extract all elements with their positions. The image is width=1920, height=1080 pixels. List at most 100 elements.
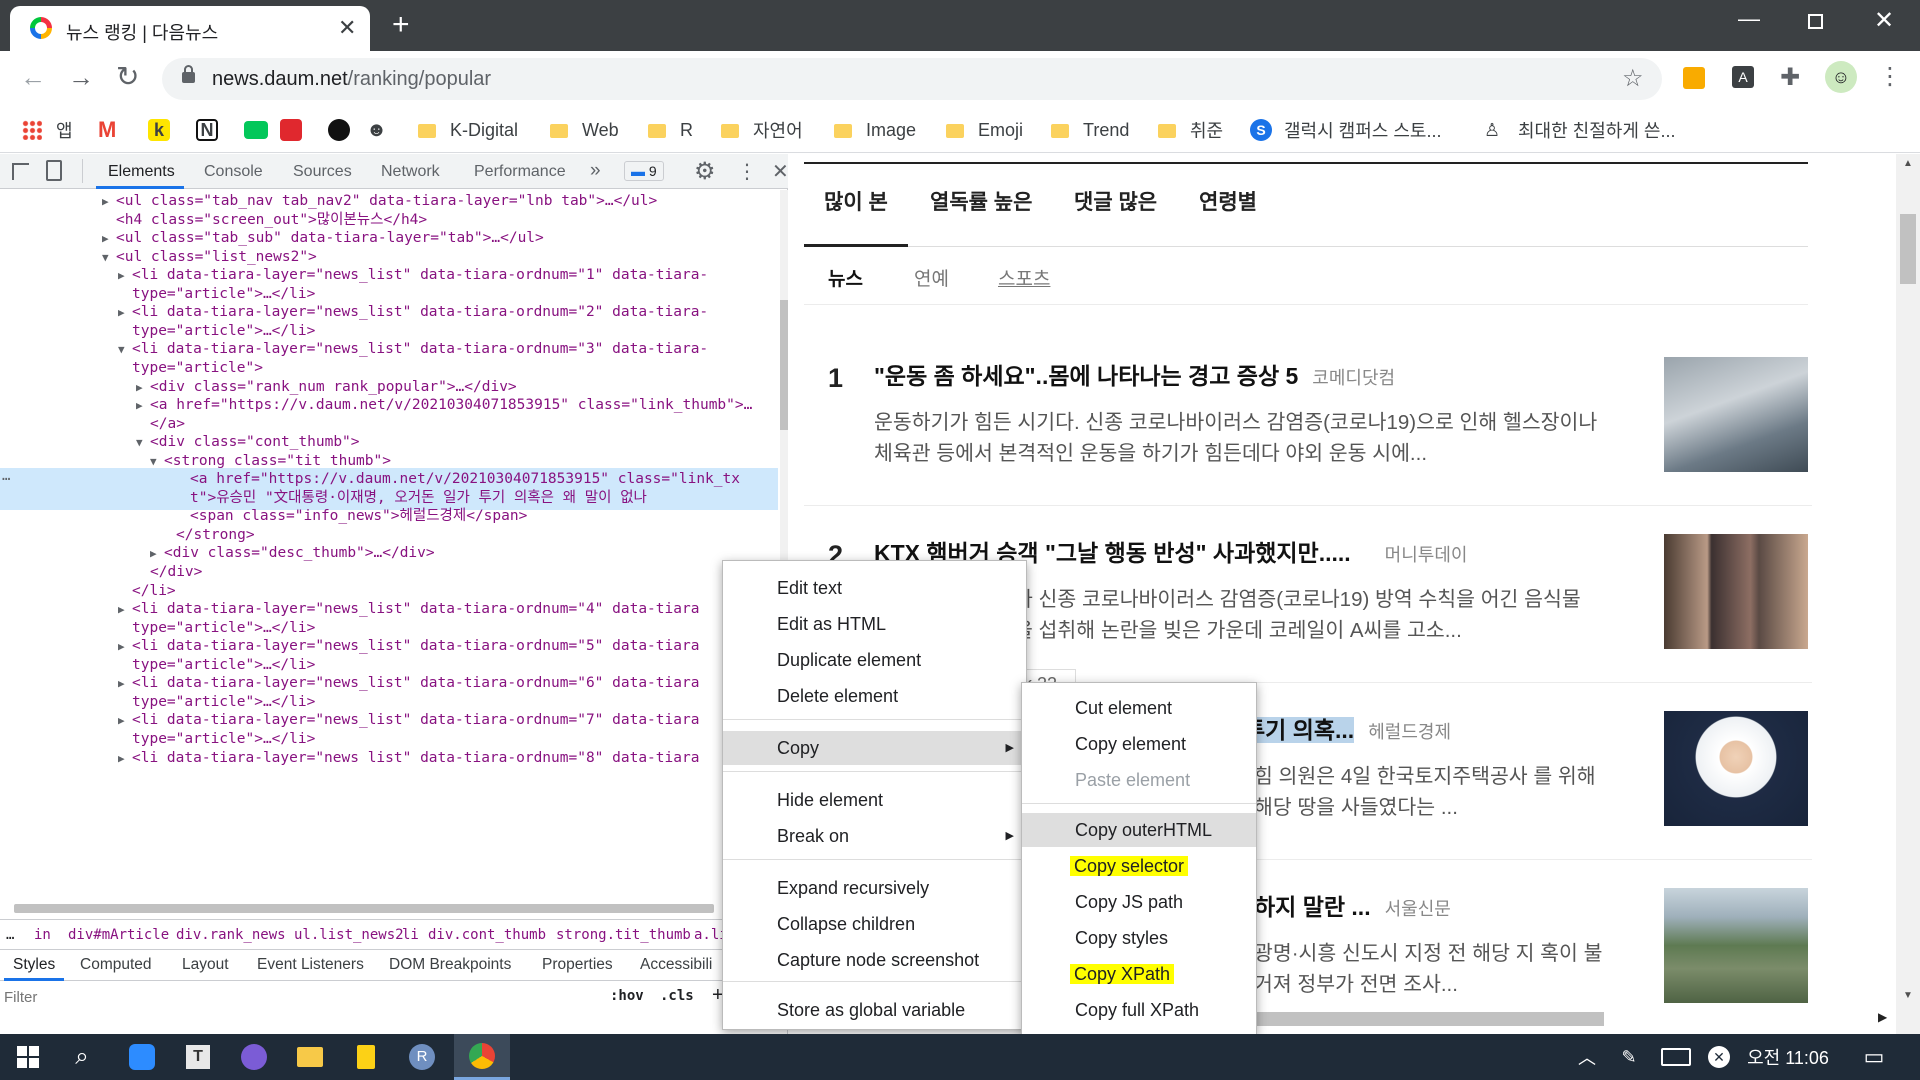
bookmark-image[interactable]: Image [834, 118, 916, 142]
bookmark-star-icon[interactable]: ☆ [1622, 64, 1644, 93]
expand-triangle-icon[interactable]: ▶ [118, 747, 132, 770]
tray-chevron-icon[interactable]: ︿ [1572, 1034, 1602, 1080]
news-thumbnail[interactable] [1664, 711, 1808, 826]
selected-node-ellipsis-icon[interactable]: … [2, 468, 10, 484]
rank-tab-comments[interactable]: 댓글 많은 [1074, 186, 1157, 216]
context-menu-item[interactable]: Collapse children [723, 907, 1026, 941]
context-menu-item[interactable]: Store as global variable [723, 993, 1026, 1027]
sub-tab-sports[interactable]: 스포츠 [998, 264, 1050, 291]
page-scrollbar[interactable]: ▲ ▼ [1896, 154, 1920, 1034]
devtools-close-icon[interactable]: ✕ [772, 159, 789, 184]
address-bar[interactable]: news.daum.net/ranking/popular ☆ [162, 58, 1662, 100]
context-menu-item[interactable]: Copy ▶ [723, 731, 1026, 765]
kakao-icon[interactable]: k [148, 118, 170, 142]
tab-sources[interactable]: Sources [293, 163, 352, 181]
breadcrumb-item[interactable]: li [402, 927, 419, 943]
windows-start-icon[interactable] [10, 1034, 46, 1080]
copy-submenu-item[interactable]: Copy element [1022, 727, 1256, 761]
context-menu-item[interactable]: Capture node screenshot [723, 943, 1026, 977]
pen-icon[interactable]: ✎ [1614, 1034, 1644, 1080]
issues-badge[interactable]: ▬ 9 [624, 161, 664, 181]
news-thumbnail[interactable] [1664, 357, 1808, 472]
search-icon[interactable]: ⌕ [62, 1034, 102, 1080]
minimize-icon[interactable]: — [1738, 6, 1760, 32]
sticky-notes-icon[interactable] [346, 1034, 386, 1080]
breadcrumb-item[interactable]: div.rank_news [176, 927, 286, 943]
github-icon[interactable] [328, 118, 350, 142]
news-thumbnail[interactable] [1664, 888, 1808, 1003]
context-menu-item[interactable]: Hide element [723, 783, 1026, 817]
devtools-menu-icon[interactable]: ⋮ [737, 159, 757, 184]
tab-close-icon[interactable]: ✕ [338, 15, 356, 41]
news-title[interactable]: "운동 좀 하세요"..몸에 나타나는 경고 증상 5 [874, 363, 1298, 389]
tab-event-listeners[interactable]: Event Listeners [257, 956, 364, 974]
device-toggle-icon[interactable] [46, 160, 62, 181]
bookmark-emoji[interactable]: Emoji [946, 118, 1023, 142]
breadcrumb-item[interactable]: div.cont_thumb [428, 927, 546, 943]
copy-submenu-item[interactable]: Copy JS path [1022, 885, 1256, 919]
context-menu-item[interactable]: Delete element [723, 679, 1026, 713]
copy-submenu-item[interactable]: Copy full XPath [1022, 993, 1256, 1027]
breadcrumb-item[interactable]: div#mArticle [68, 927, 169, 943]
context-menu-item[interactable]: Edit as HTML [723, 607, 1026, 641]
sub-tab-news[interactable]: 뉴스 [828, 264, 863, 291]
restore-icon[interactable] [1808, 14, 1823, 29]
extension-a-icon[interactable]: A [1732, 66, 1754, 88]
profile-avatar[interactable]: ☺ [1825, 61, 1857, 93]
page-hscroll[interactable] [1224, 1012, 1604, 1026]
tab-console[interactable]: Console [204, 163, 263, 181]
bookmark-apps[interactable]: 앱 [22, 118, 73, 142]
bookmark-job[interactable]: 취준 [1158, 118, 1223, 142]
context-menu-item[interactable]: Edit text [723, 571, 1026, 605]
copy-submenu-item[interactable]: Copy XPath [1022, 957, 1256, 991]
news-item[interactable]: 1 "운동 좀 하세요"..몸에 나타나는 경고 증상 5 코메디닷컴 운동하기가… [804, 329, 1812, 506]
copy-submenu-item[interactable]: Copy styles [1022, 921, 1256, 955]
breadcrumb-item[interactable]: strong.tit_thumb [556, 927, 691, 943]
context-menu-item[interactable]: Break on ▶ [723, 819, 1026, 853]
naver-blog-icon[interactable] [244, 118, 268, 142]
copy-submenu-item[interactable]: Copy outerHTML [1022, 813, 1256, 847]
dom-node-line[interactable]: ▶ <li data-tiara-layer="news list" data-t… [0, 747, 778, 770]
tab-elements[interactable]: Elements [108, 163, 175, 181]
sub-tab-entertainment[interactable]: 연예 [914, 264, 949, 291]
news-title[interactable]: 하지 말란 ... [1254, 894, 1371, 920]
tab-layout[interactable]: Layout [182, 956, 229, 974]
keyboard-icon[interactable] [1658, 1034, 1694, 1080]
context-menu-item[interactable]: Expand recursively [723, 871, 1026, 905]
close-window-icon[interactable]: ✕ [1874, 6, 1894, 35]
settings-gear-icon[interactable]: ⚙ [694, 157, 716, 186]
chrome-menu-icon[interactable]: ⋮ [1878, 62, 1902, 91]
breadcrumb-item[interactable]: … [6, 927, 14, 943]
file-explorer-icon[interactable] [290, 1034, 330, 1080]
news-title[interactable]: 투기 의혹... [1244, 717, 1355, 743]
extension-notes-icon[interactable] [1683, 67, 1705, 89]
zoom-app-icon[interactable] [122, 1034, 162, 1080]
tab-styles[interactable]: Styles [13, 956, 55, 974]
notion-icon[interactable]: N [196, 118, 218, 142]
notifications-icon[interactable]: ▭ [1856, 1034, 1892, 1080]
rank-tab-reading[interactable]: 열독률 높은 [930, 186, 1032, 216]
back-icon[interactable]: ← [20, 62, 46, 93]
extensions-puzzle-icon[interactable]: ✚ [1780, 63, 1800, 92]
face-emoji-icon[interactable]: ☻ [366, 118, 387, 142]
scroll-down-icon[interactable]: ▼ [1903, 990, 1913, 1001]
chrome-app-icon[interactable] [454, 1034, 510, 1080]
reload-icon[interactable]: ↻ [116, 60, 139, 93]
dom-tree-hscroll[interactable] [14, 904, 714, 913]
scroll-up-icon[interactable]: ▲ [1903, 158, 1913, 169]
copy-submenu-item[interactable]: Copy selector [1022, 849, 1256, 883]
bookmark-trend[interactable]: Trend [1051, 118, 1129, 142]
purple-app-icon[interactable] [234, 1034, 274, 1080]
tab-network[interactable]: Network [381, 163, 440, 181]
r-app-icon[interactable]: R [402, 1034, 442, 1080]
bookmark-web[interactable]: Web [550, 118, 619, 142]
gmail-icon[interactable]: M [98, 117, 116, 142]
bookmark-r[interactable]: R [648, 118, 693, 142]
cls-toggle[interactable]: .cls [660, 988, 694, 1004]
rank-tab-age[interactable]: 연령별 [1199, 186, 1257, 216]
hov-toggle[interactable]: :hov [610, 988, 644, 1004]
red-app-icon[interactable] [280, 118, 302, 142]
rank-tab-most-viewed[interactable]: 많이 본 [824, 186, 888, 216]
bookmark-friendly-guide[interactable]: ♙ 최대한 친절하게 쓴... [1484, 118, 1675, 142]
typora-app-icon[interactable]: T [178, 1034, 218, 1080]
